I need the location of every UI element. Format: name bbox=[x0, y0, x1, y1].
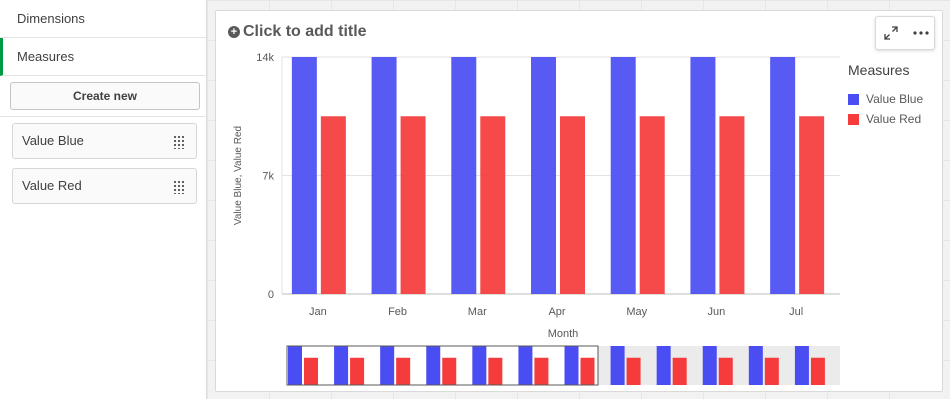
drag-handle-icon[interactable] bbox=[173, 180, 184, 194]
create-new-button[interactable]: Create new bbox=[10, 82, 200, 110]
legend-label: Value Blue bbox=[866, 92, 924, 106]
legend-swatch bbox=[848, 113, 859, 125]
legend-item-value-blue[interactable]: Value Blue bbox=[848, 92, 923, 106]
chart-title[interactable]: + Click to add title bbox=[228, 23, 367, 41]
tab-measures[interactable]: Measures bbox=[0, 38, 206, 76]
legend-label: Value Red bbox=[866, 112, 922, 126]
legend-title: Measures bbox=[848, 62, 910, 78]
expand-icon[interactable] bbox=[876, 17, 906, 49]
create-new-wrapper: Create new bbox=[0, 76, 206, 117]
legend-item-value-red[interactable]: Value Red bbox=[848, 112, 921, 126]
measure-label: Value Red bbox=[22, 178, 82, 193]
tab-dimensions[interactable]: Dimensions bbox=[0, 0, 206, 38]
legend-swatch bbox=[848, 93, 859, 105]
chart-toolbar bbox=[875, 16, 935, 50]
properties-panel: Dimensions Measures Create new Value Blu… bbox=[0, 0, 207, 399]
chart-card[interactable] bbox=[215, 10, 943, 392]
measure-item-value-blue[interactable]: Value Blue bbox=[12, 123, 197, 159]
measure-item-value-red[interactable]: Value Red bbox=[12, 168, 197, 204]
more-icon[interactable] bbox=[906, 17, 936, 49]
chart-title-text: Click to add title bbox=[243, 23, 367, 40]
add-circle-icon: + bbox=[228, 26, 240, 38]
measure-label: Value Blue bbox=[22, 133, 84, 148]
drag-handle-icon[interactable] bbox=[173, 135, 184, 149]
